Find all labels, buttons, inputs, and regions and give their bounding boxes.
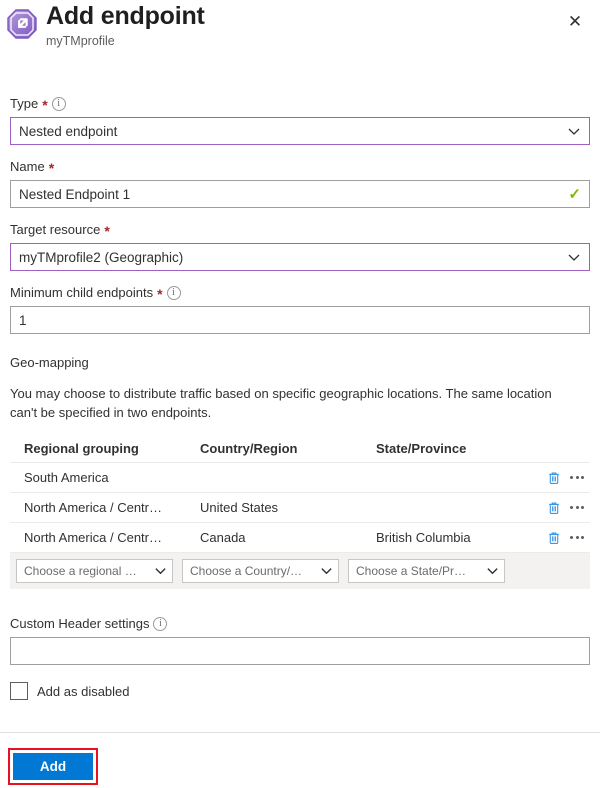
close-icon[interactable]: ✕ (562, 8, 588, 34)
delete-icon[interactable] (546, 530, 562, 546)
required-marker: * (42, 98, 47, 112)
country-region-select[interactable]: Choose a Country/… (182, 559, 339, 583)
cell-country-region: United States (200, 500, 376, 515)
cell-regional-grouping: North America / Centr… (24, 500, 200, 515)
add-as-disabled-row[interactable]: Add as disabled (0, 682, 600, 700)
cell-regional-grouping: North America / Centr… (24, 530, 200, 545)
table-header-row: Regional grouping Country/Region State/P… (10, 435, 590, 463)
regional-grouping-select[interactable]: Choose a regional … (16, 559, 173, 583)
delete-icon[interactable] (546, 500, 562, 516)
chevron-down-icon (567, 124, 581, 138)
traffic-manager-icon (6, 8, 38, 40)
geo-mapping-table: Regional grouping Country/Region State/P… (10, 435, 590, 589)
table-row: North America / Centr… United States (10, 493, 590, 523)
target-resource-select[interactable]: myTMprofile2 (Geographic) (10, 243, 590, 271)
min-child-endpoints-input-wrap[interactable]: 1 (10, 306, 590, 334)
label-type: Type * (10, 95, 590, 113)
page-subtitle: myTMprofile (46, 34, 115, 48)
type-select-value: Nested endpoint (19, 124, 567, 139)
table-row: North America / Centr… Canada British Co… (10, 523, 590, 553)
field-name: Name * Nested Endpoint 1 ✓ (0, 158, 600, 208)
label-name: Name * (10, 158, 590, 176)
custom-header-input-wrap[interactable] (10, 637, 590, 665)
geo-mapping-title: Geo-mapping (0, 355, 600, 370)
info-icon[interactable] (167, 286, 181, 300)
name-input-wrap[interactable]: Nested Endpoint 1 ✓ (10, 180, 590, 208)
field-custom-header: Custom Header settings (0, 615, 600, 665)
chevron-down-icon (486, 564, 500, 578)
column-header-regional-grouping: Regional grouping (24, 441, 200, 456)
add-as-disabled-checkbox[interactable] (10, 682, 28, 700)
chevron-down-icon (154, 564, 168, 578)
required-marker: * (49, 161, 54, 175)
row-menu-icon[interactable] (568, 474, 586, 481)
regional-grouping-select-value: Choose a regional … (24, 564, 150, 578)
chevron-down-icon (567, 250, 581, 264)
min-child-endpoints-input[interactable]: 1 (19, 313, 581, 328)
column-header-state-province: State/Province (376, 441, 546, 456)
info-icon[interactable] (52, 97, 66, 111)
label-custom-header: Custom Header settings (10, 615, 590, 633)
cell-regional-grouping: South America (24, 470, 200, 485)
geo-mapping-description: You may choose to distribute traffic bas… (0, 384, 592, 422)
geo-mapping-editor-row: Choose a regional … Choose a Country/… C… (10, 553, 590, 589)
label-name-text: Name (10, 158, 45, 176)
state-province-select[interactable]: Choose a State/Pr… (348, 559, 505, 583)
delete-icon[interactable] (546, 470, 562, 486)
chevron-down-icon (320, 564, 334, 578)
valid-check-icon: ✓ (568, 187, 581, 202)
name-input[interactable]: Nested Endpoint 1 (19, 187, 568, 202)
label-target-resource: Target resource * (10, 221, 590, 239)
field-target-resource: Target resource * myTMprofile2 (Geograph… (0, 221, 600, 271)
footer-divider (0, 732, 600, 733)
label-type-text: Type (10, 95, 38, 113)
table-row: South America (10, 463, 590, 493)
info-icon[interactable] (153, 617, 167, 631)
cell-state-province: British Columbia (376, 530, 546, 545)
add-as-disabled-label: Add as disabled (37, 684, 130, 699)
target-resource-value: myTMprofile2 (Geographic) (19, 250, 567, 265)
add-endpoint-panel: Add endpoint myTMprofile ✕ Type * Nested… (0, 0, 600, 788)
required-marker: * (104, 224, 109, 238)
row-menu-icon[interactable] (568, 504, 586, 511)
type-select[interactable]: Nested endpoint (10, 117, 590, 145)
label-min-child-endpoints-text: Minimum child endpoints (10, 284, 153, 302)
add-button-highlight: Add (8, 748, 98, 785)
cell-country-region: Canada (200, 530, 376, 545)
label-custom-header-text: Custom Header settings (10, 615, 149, 633)
page-title: Add endpoint (46, 2, 205, 31)
field-min-child-endpoints: Minimum child endpoints * 1 (0, 284, 600, 334)
column-header-country-region: Country/Region (200, 441, 376, 456)
form-body: Type * Nested endpoint Name * Nested End… (0, 78, 600, 700)
state-province-select-value: Choose a State/Pr… (356, 564, 482, 578)
country-region-select-value: Choose a Country/… (190, 564, 316, 578)
required-marker: * (157, 287, 162, 301)
field-type: Type * Nested endpoint (0, 95, 600, 145)
panel-header: Add endpoint myTMprofile ✕ (0, 0, 600, 78)
row-menu-icon[interactable] (568, 534, 586, 541)
label-min-child-endpoints: Minimum child endpoints * (10, 284, 590, 302)
add-button[interactable]: Add (13, 753, 93, 780)
label-target-resource-text: Target resource (10, 221, 100, 239)
